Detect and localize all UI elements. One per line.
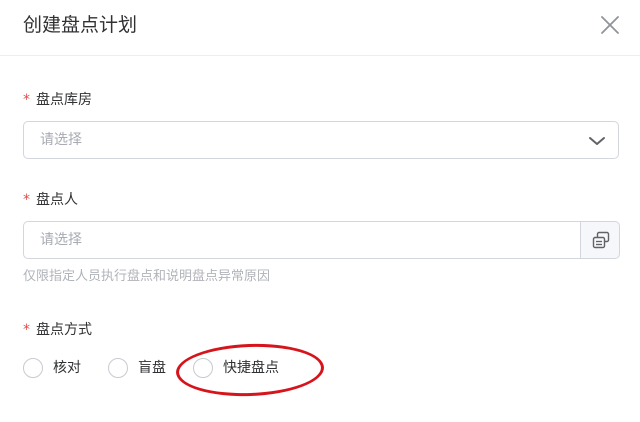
close-icon[interactable] <box>599 14 621 36</box>
warehouse-select[interactable]: 请选择 <box>23 121 619 159</box>
radio-label: 盲盘 <box>138 360 166 376</box>
required-mark: * <box>23 92 30 108</box>
dialog-header: 创建盘点计划 <box>0 0 640 56</box>
radio-label: 快捷盘点 <box>223 360 279 376</box>
counter-hint: 仅限指定人员执行盘点和说明盘点异常原因 <box>23 269 271 284</box>
method-label-text: 盘点方式 <box>36 322 92 338</box>
copy-icon <box>592 231 610 249</box>
warehouse-select-placeholder: 请选择 <box>40 132 82 148</box>
warehouse-label-text: 盘点库房 <box>36 92 92 108</box>
radio-label: 核对 <box>53 360 81 376</box>
counter-input[interactable]: 请选择 <box>23 221 581 259</box>
warehouse-label: * 盘点库房 <box>23 90 92 110</box>
counter-input-placeholder: 请选择 <box>40 232 82 248</box>
counter-label: * 盘点人 <box>23 190 78 210</box>
radio-option-quick[interactable]: 快捷盘点 <box>193 358 293 380</box>
counter-label-text: 盘点人 <box>36 192 78 208</box>
required-mark: * <box>23 192 30 208</box>
dialog-title: 创建盘点计划 <box>23 14 138 36</box>
radio-option-verify[interactable]: 核对 <box>23 358 93 380</box>
radio-circle <box>193 358 213 378</box>
create-inventory-plan-dialog: 创建盘点计划 * 盘点库房 请选择 * 盘点人 请选择 仅限指定人员执行盘点和说… <box>0 0 640 422</box>
required-mark: * <box>23 322 30 338</box>
select-person-button[interactable] <box>580 221 620 259</box>
method-label: * 盘点方式 <box>23 320 92 340</box>
radio-option-blind[interactable]: 盲盘 <box>108 358 178 380</box>
counter-input-group: 请选择 <box>23 221 620 259</box>
radio-circle <box>23 358 43 378</box>
radio-circle <box>108 358 128 378</box>
chevron-down-icon <box>588 132 606 150</box>
